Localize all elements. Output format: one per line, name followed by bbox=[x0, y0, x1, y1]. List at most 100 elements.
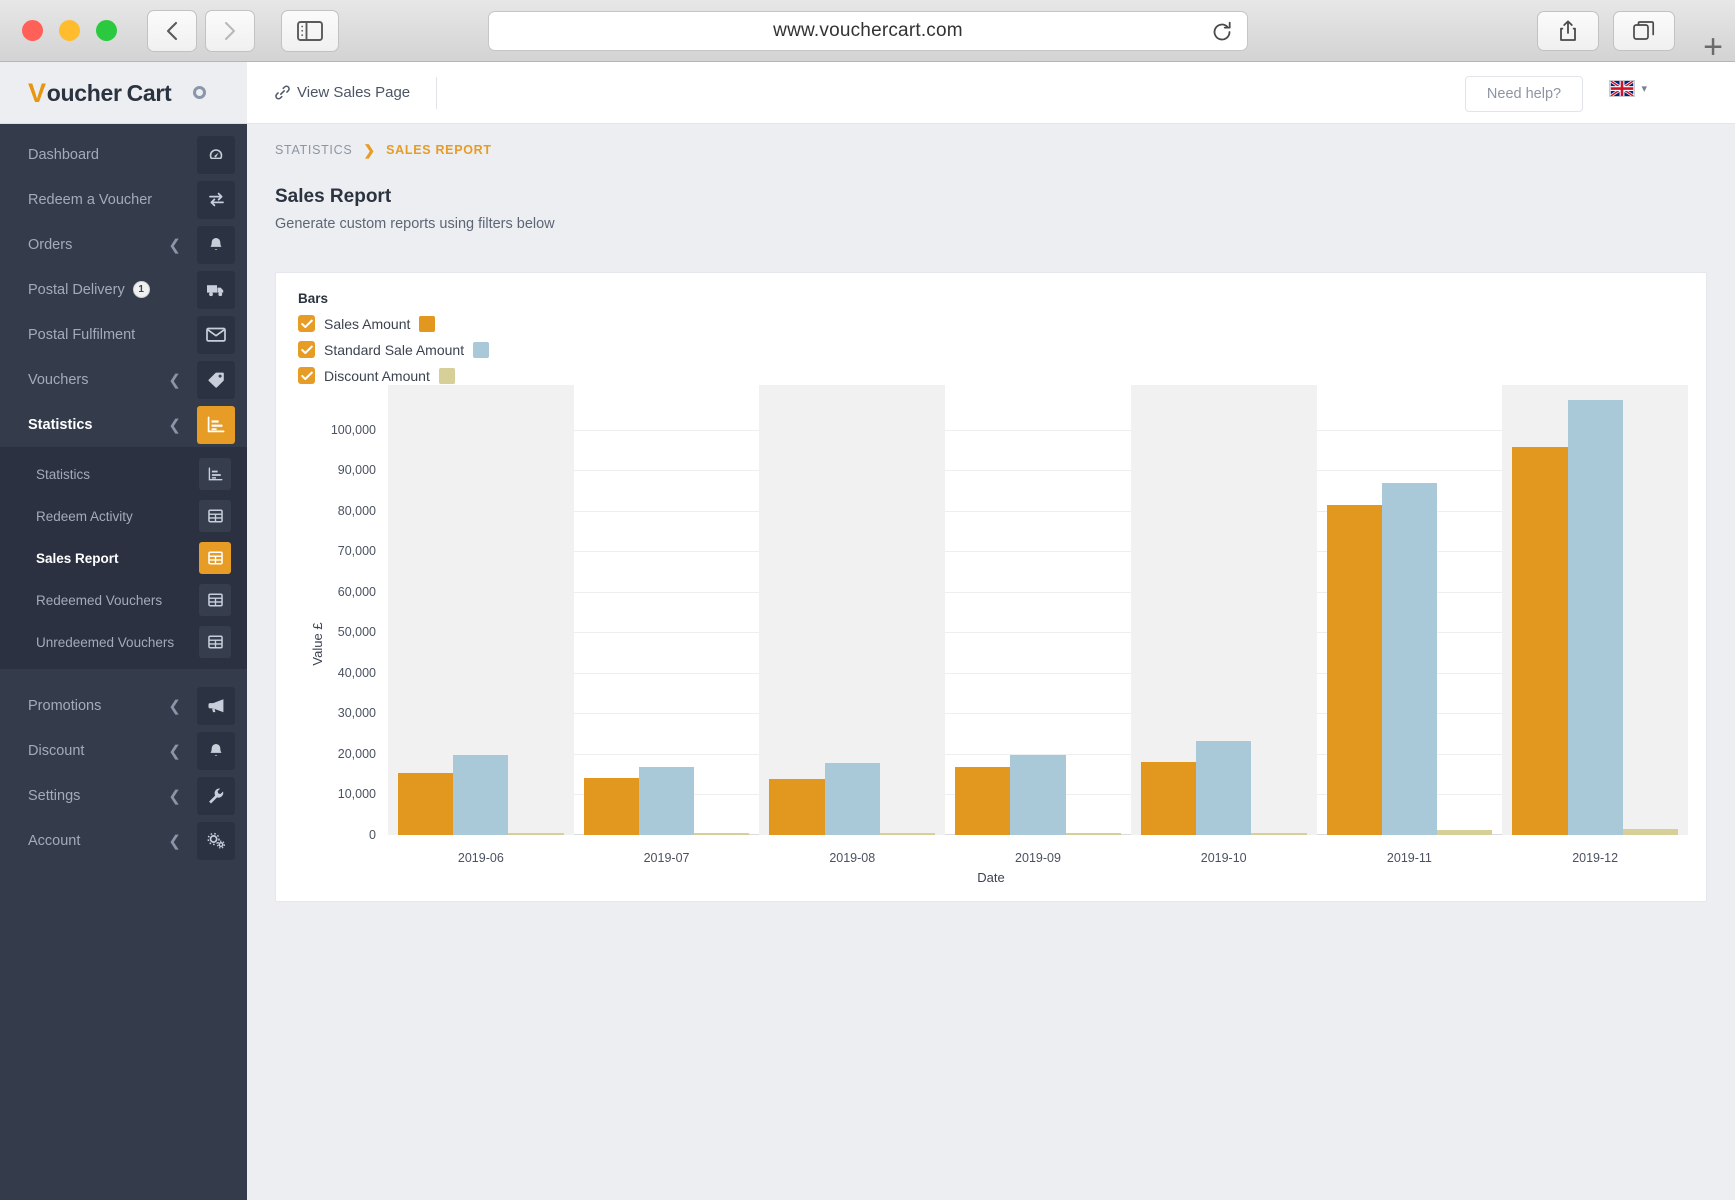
bell-icon bbox=[197, 732, 235, 770]
sidebar-item-label: Settings bbox=[28, 788, 80, 804]
bar[interactable] bbox=[1141, 762, 1196, 835]
address-bar[interactable]: www.vouchercart.com bbox=[488, 11, 1248, 51]
sidebar-item-statistics-sub[interactable]: Statistics bbox=[0, 453, 247, 495]
sidebar-item-redeemed-vouchers[interactable]: Redeemed Vouchers bbox=[0, 579, 247, 621]
window-controls[interactable] bbox=[22, 20, 117, 41]
sidebar-item-promotions[interactable]: Promotions ❮ bbox=[0, 683, 247, 728]
sidebar: VoucherCart Dashboard Redeem a Voucher bbox=[0, 62, 247, 1200]
language-selector[interactable]: ▾ bbox=[1609, 80, 1647, 97]
legend-title: Bars bbox=[298, 291, 489, 306]
sidebar-item-redeem-a-voucher[interactable]: Redeem a Voucher bbox=[0, 177, 247, 222]
bar[interactable] bbox=[825, 763, 880, 835]
x-axis-tick: 2019-08 bbox=[829, 851, 875, 865]
breadcrumb-statistics[interactable]: STATISTICS bbox=[275, 143, 352, 157]
chevron-left-icon: ❮ bbox=[168, 787, 181, 805]
sidebar-subitem-label: Redeem Activity bbox=[36, 509, 133, 524]
sidebar-item-label: Postal Delivery bbox=[28, 282, 125, 298]
bar[interactable] bbox=[1066, 833, 1121, 835]
bar[interactable] bbox=[1568, 400, 1623, 835]
new-tab-button[interactable]: + bbox=[1703, 30, 1723, 64]
sidebar-item-settings[interactable]: Settings ❮ bbox=[0, 773, 247, 818]
sidebar-subitem-label: Statistics bbox=[36, 467, 90, 482]
page-subtitle: Generate custom reports using filters be… bbox=[275, 216, 1735, 232]
bar[interactable] bbox=[1010, 755, 1065, 835]
gears-icon bbox=[197, 822, 235, 860]
sidebar-item-statistics[interactable]: Statistics ❮ bbox=[0, 402, 247, 447]
bar[interactable] bbox=[453, 755, 508, 835]
sidebar-item-dashboard[interactable]: Dashboard bbox=[0, 132, 247, 177]
bar[interactable] bbox=[880, 833, 935, 835]
bar[interactable] bbox=[694, 833, 749, 835]
reload-icon[interactable] bbox=[1211, 21, 1233, 43]
sidebar-item-orders[interactable]: Orders ❮ bbox=[0, 222, 247, 267]
sidebar-item-vouchers[interactable]: Vouchers ❮ bbox=[0, 357, 247, 402]
bar[interactable] bbox=[769, 779, 824, 835]
bar[interactable] bbox=[508, 833, 563, 835]
need-help-button[interactable]: Need help? bbox=[1465, 76, 1583, 112]
page-title: Sales Report bbox=[275, 186, 1735, 208]
sidebar-item-label: Vouchers bbox=[28, 372, 88, 388]
chevron-left-icon: ❮ bbox=[168, 832, 181, 850]
x-axis-tick: 2019-07 bbox=[644, 851, 690, 865]
bar[interactable] bbox=[1512, 447, 1567, 835]
y-axis-tick: 30,000 bbox=[304, 706, 376, 720]
bar[interactable] bbox=[1327, 505, 1382, 835]
url-text: www.vouchercart.com bbox=[773, 20, 963, 42]
brand-name-1: oucher bbox=[47, 80, 122, 107]
legend-label: Sales Amount bbox=[324, 316, 410, 332]
legend-item-sales-amount[interactable]: Sales Amount bbox=[298, 315, 489, 332]
postal-delivery-badge: 1 bbox=[133, 281, 150, 298]
y-axis-tick: 70,000 bbox=[304, 544, 376, 558]
minimize-window-button[interactable] bbox=[59, 20, 80, 41]
bar[interactable] bbox=[1437, 830, 1492, 835]
sidebar-item-postal-fulfilment[interactable]: Postal Fulfilment bbox=[0, 312, 247, 357]
share-icon bbox=[1559, 20, 1577, 42]
bar[interactable] bbox=[584, 778, 639, 835]
bar-chart-icon bbox=[197, 406, 235, 444]
sidebar-item-label: Dashboard bbox=[28, 147, 99, 163]
sidebar-toggle-button[interactable] bbox=[281, 10, 339, 52]
breadcrumb-sales-report: SALES REPORT bbox=[386, 143, 492, 157]
sidebar-item-discount[interactable]: Discount ❮ bbox=[0, 728, 247, 773]
legend-item-discount-amount[interactable]: Discount Amount bbox=[298, 367, 489, 384]
legend-item-standard-sale-amount[interactable]: Standard Sale Amount bbox=[298, 341, 489, 358]
sidebar-item-account[interactable]: Account ❮ bbox=[0, 818, 247, 863]
brand-name-2: Cart bbox=[127, 80, 172, 107]
maximize-window-button[interactable] bbox=[96, 20, 117, 41]
view-sales-page-link[interactable]: View Sales Page bbox=[275, 84, 410, 101]
status-dot-icon bbox=[193, 86, 206, 99]
x-axis-tick: 2019-10 bbox=[1201, 851, 1247, 865]
bar[interactable] bbox=[955, 767, 1010, 835]
bar-group: 2019-12 bbox=[1512, 385, 1678, 835]
sidebar-toggle-icon bbox=[297, 21, 323, 41]
bar[interactable] bbox=[398, 773, 453, 835]
y-axis-tick: 10,000 bbox=[304, 787, 376, 801]
x-axis-tick: 2019-12 bbox=[1572, 851, 1618, 865]
bar[interactable] bbox=[1623, 829, 1678, 835]
checkbox-checked-icon[interactable] bbox=[298, 367, 315, 384]
chevron-left-icon: ❮ bbox=[168, 697, 181, 715]
back-button[interactable] bbox=[147, 10, 197, 52]
forward-button[interactable] bbox=[205, 10, 255, 52]
chevron-left-icon bbox=[164, 20, 180, 42]
sidebar-subitem-label: Sales Report bbox=[36, 551, 119, 566]
sidebar-item-redeem-activity[interactable]: Redeem Activity bbox=[0, 495, 247, 537]
sidebar-item-unredeemed-vouchers[interactable]: Unredeemed Vouchers bbox=[0, 621, 247, 663]
dashboard-icon bbox=[197, 136, 235, 174]
bar[interactable] bbox=[639, 767, 694, 836]
close-window-button[interactable] bbox=[22, 20, 43, 41]
bar[interactable] bbox=[1251, 833, 1306, 835]
brand-logo[interactable]: VoucherCart bbox=[28, 77, 171, 108]
y-axis-tick: 20,000 bbox=[304, 747, 376, 761]
tab-overview-button[interactable] bbox=[1613, 11, 1675, 51]
bar[interactable] bbox=[1196, 741, 1251, 835]
sidebar-item-postal-delivery[interactable]: Postal Delivery 1 bbox=[0, 267, 247, 312]
y-axis-tick: 0 bbox=[304, 828, 376, 842]
share-button[interactable] bbox=[1537, 11, 1599, 51]
sidebar-item-label: Discount bbox=[28, 743, 84, 759]
sidebar-item-sales-report[interactable]: Sales Report bbox=[0, 537, 247, 579]
checkbox-checked-icon[interactable] bbox=[298, 341, 315, 358]
checkbox-checked-icon[interactable] bbox=[298, 315, 315, 332]
bar[interactable] bbox=[1382, 483, 1437, 835]
bell-icon bbox=[197, 226, 235, 264]
